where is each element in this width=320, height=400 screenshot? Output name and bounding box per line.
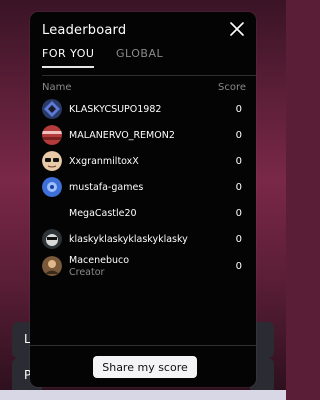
list-item[interactable]: klaskyklaskyklaskyklasky 0 [42,226,246,252]
bottom-bar [0,390,286,400]
geometric-avatar [42,99,62,119]
column-score-header: Score [217,82,246,93]
share-score-button[interactable]: Share my score [93,356,197,378]
player-name: Macenebuco Creator [69,255,129,278]
leaderboard-modal: Leaderboard FOR YOU GLOBAL Name Score KL… [30,12,256,387]
player-score: 0 [235,207,242,219]
blue-globe-avatar [42,177,62,197]
player-name: klaskyklaskyklaskyklasky [69,233,188,245]
tab-global[interactable]: GLOBAL [116,47,163,66]
list-item[interactable]: Macenebuco Creator 0 [42,252,246,280]
player-name: MegaCastle20 [69,207,137,219]
player-name: MALANERVO_REMON2 [69,129,175,141]
leaderboard-list: KLASKYCSUPO1982 0 MALANERVO_REMON2 0 Xxg… [42,96,246,280]
player-name: mustafa-games [69,181,144,193]
list-item[interactable]: MegaCastle20 0 [42,200,246,226]
red-striped-avatar [42,125,62,145]
close-button[interactable] [226,18,248,40]
creator-label: Creator [69,266,105,278]
list-item[interactable]: MALANERVO_REMON2 0 [42,122,246,148]
column-name-header: Name [42,82,72,93]
no-avatar [42,203,62,223]
sunglasses-avatar [42,151,62,171]
modal-title: Leaderboard [42,23,127,38]
list-item[interactable]: mustafa-games 0 [42,174,246,200]
close-icon [230,22,244,36]
player-score: 0 [235,129,242,141]
player-name-text: Macenebuco [69,254,130,266]
brown-avatar [42,256,62,276]
list-item[interactable]: XxgranmiltoxX 0 [42,148,246,174]
list-item[interactable]: KLASKYCSUPO1982 0 [42,96,246,122]
dark-face-avatar [42,229,62,249]
player-score: 0 [235,155,242,167]
list-header: Name Score [42,82,246,93]
player-score: 0 [235,103,242,115]
player-name: XxgranmiltoxX [69,155,139,167]
player-score: 0 [235,181,242,193]
player-score: 0 [235,233,242,245]
footer-divider [30,345,256,346]
tab-bar: FOR YOU GLOBAL [42,47,256,76]
player-score: 0 [235,260,242,272]
tab-for-you[interactable]: FOR YOU [42,47,95,68]
player-name: KLASKYCSUPO1982 [69,103,162,115]
